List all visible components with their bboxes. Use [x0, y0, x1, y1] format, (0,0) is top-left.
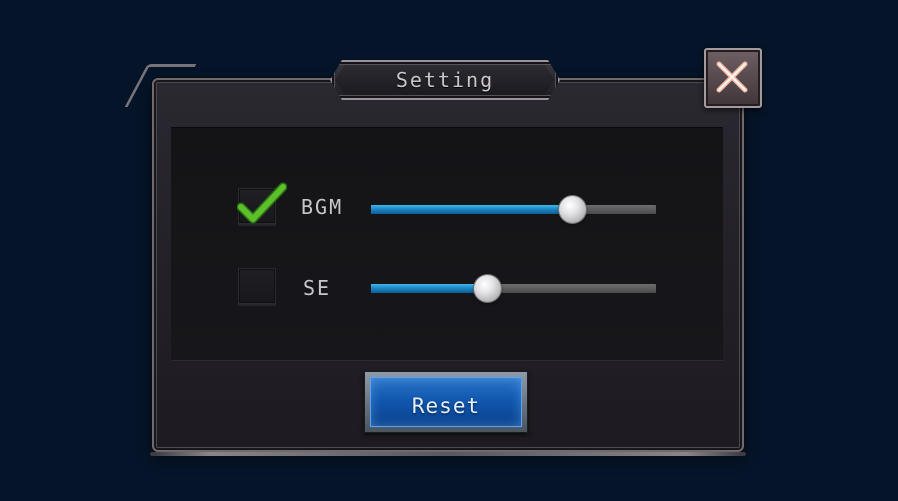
- se-slider-knob[interactable]: [473, 275, 501, 302]
- se-label: SE: [303, 276, 332, 300]
- dialog-title: Setting: [395, 68, 495, 92]
- bgm-volume-slider[interactable]: [371, 196, 656, 223]
- se-checkbox[interactable]: [238, 268, 276, 304]
- reset-button[interactable]: Reset: [364, 371, 528, 433]
- close-button[interactable]: [704, 48, 762, 108]
- bgm-checkbox[interactable]: [237, 182, 287, 224]
- checkmark-icon: [237, 182, 287, 224]
- bgm-slider-fill: [371, 205, 574, 214]
- reset-button-label: Reset: [411, 394, 481, 418]
- bgm-label: BGM: [301, 195, 344, 219]
- game-screen: Setting BGM SE Reset: [0, 0, 898, 501]
- se-slider-fill: [371, 284, 488, 293]
- close-x-icon: [716, 61, 748, 93]
- se-volume-slider[interactable]: [371, 275, 656, 302]
- title-plate: Setting: [330, 60, 560, 100]
- settings-panel: [171, 127, 723, 361]
